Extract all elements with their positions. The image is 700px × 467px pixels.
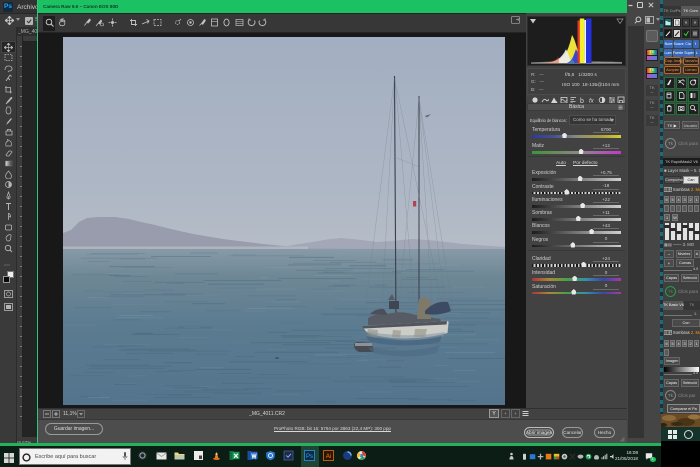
svg-text:Ai: Ai bbox=[326, 454, 331, 460]
svg-text:Ps: Ps bbox=[306, 454, 313, 460]
